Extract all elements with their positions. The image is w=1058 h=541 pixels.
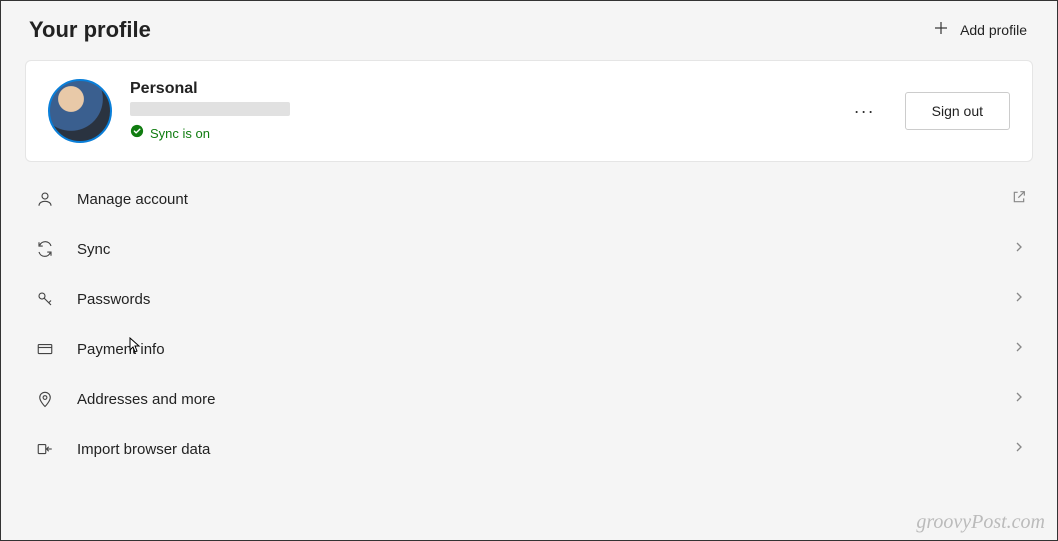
card-icon (35, 339, 55, 359)
chevron-right-icon (1011, 339, 1027, 360)
menu-item-payment-info[interactable]: Payment info (25, 324, 1033, 374)
profile-name: Personal (130, 80, 824, 98)
key-icon (35, 289, 55, 309)
menu-label: Manage account (77, 191, 1011, 208)
avatar (48, 79, 112, 143)
chevron-right-icon (1011, 439, 1027, 460)
menu-label: Payment info (77, 341, 1011, 358)
external-link-icon (1011, 189, 1027, 210)
location-icon (35, 389, 55, 409)
chevron-right-icon (1011, 289, 1027, 310)
add-profile-button[interactable]: Add profile (926, 15, 1033, 44)
sync-status: Sync is on (130, 124, 824, 143)
chevron-right-icon (1011, 239, 1027, 260)
menu-item-import-browser-data[interactable]: Import browser data (25, 424, 1033, 474)
menu-item-sync[interactable]: Sync (25, 224, 1033, 274)
menu-item-addresses[interactable]: Addresses and more (25, 374, 1033, 424)
profile-card: Personal Sync is on ··· Sign out (25, 60, 1033, 162)
menu-label: Addresses and more (77, 391, 1011, 408)
menu-item-passwords[interactable]: Passwords (25, 274, 1033, 324)
plus-icon (932, 19, 950, 40)
menu-label: Import browser data (77, 441, 1011, 458)
sync-icon (35, 239, 55, 259)
sign-out-button[interactable]: Sign out (905, 92, 1010, 130)
chevron-right-icon (1011, 389, 1027, 410)
more-options-button[interactable]: ··· (842, 95, 887, 128)
settings-menu: Manage account Sync Passwords Payment in… (25, 174, 1033, 474)
menu-label: Passwords (77, 291, 1011, 308)
check-circle-icon (130, 124, 144, 143)
add-profile-label: Add profile (960, 22, 1027, 38)
menu-label: Sync (77, 241, 1011, 258)
person-icon (35, 189, 55, 209)
menu-item-manage-account[interactable]: Manage account (25, 174, 1033, 224)
profile-email-redacted (130, 102, 290, 116)
page-title: Your profile (29, 17, 151, 43)
sync-status-label: Sync is on (150, 126, 210, 141)
import-icon (35, 439, 55, 459)
watermark: groovyPost.com (916, 511, 1045, 534)
